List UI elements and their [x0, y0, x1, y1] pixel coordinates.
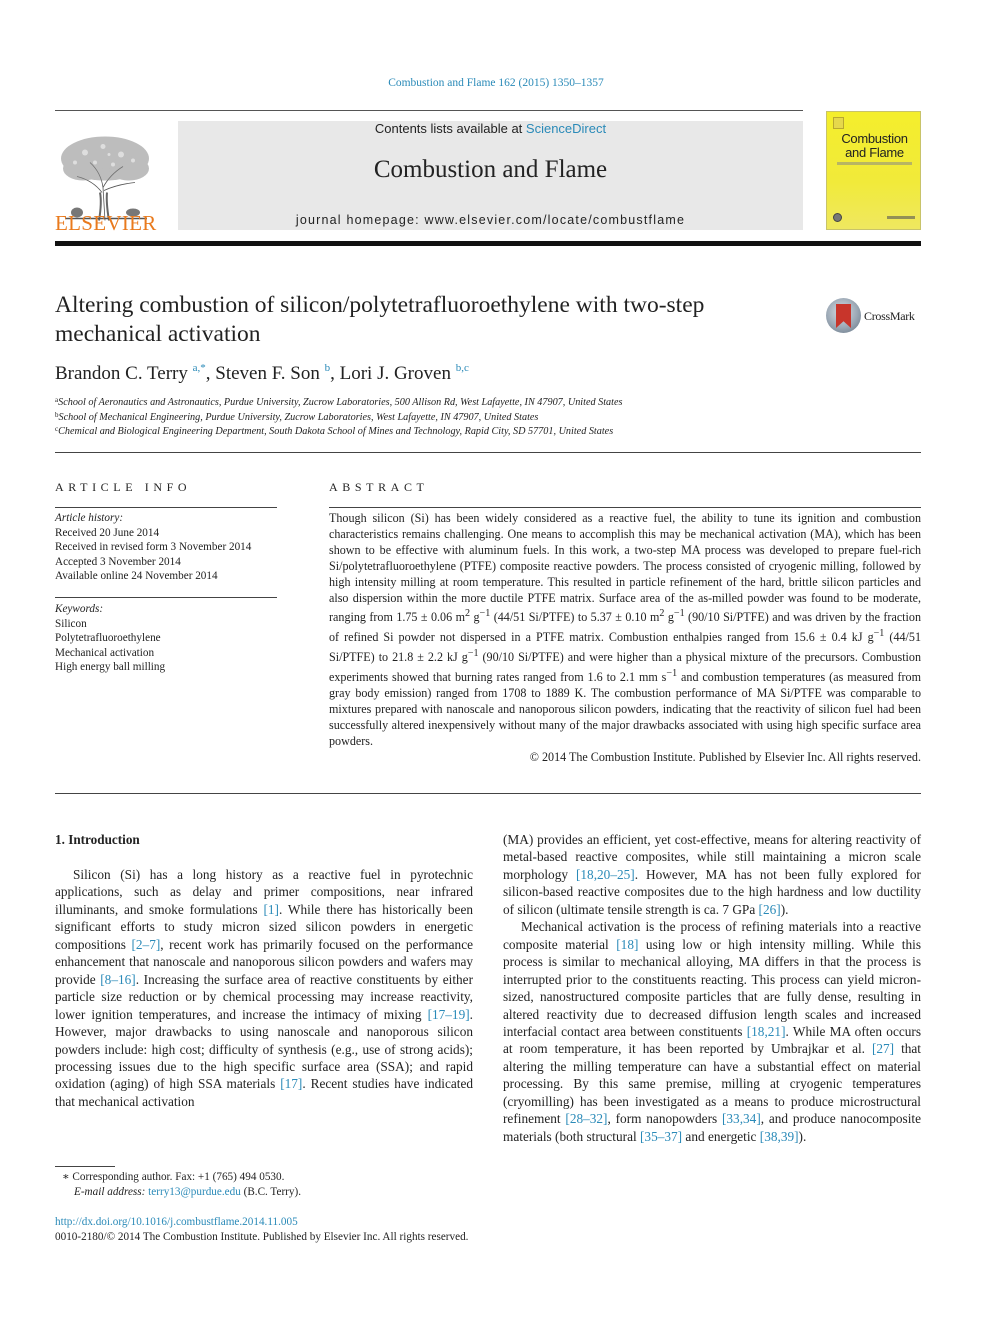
paragraph: Silicon (Si) has a long history as a rea…	[55, 866, 473, 1110]
abstract-text: Though silicon (Si) has been widely cons…	[329, 511, 921, 750]
cover-title-line2: and Flame	[845, 145, 904, 160]
author-name[interactable]: Brandon C. Terry	[55, 363, 188, 384]
email-footnote: E-mail address: terry13@purdue.edu (B.C.…	[74, 1186, 301, 1198]
keyword-item: Polytetrafluoroethylene	[55, 632, 161, 644]
abstract-superscript: −1	[467, 648, 479, 660]
affiliation-b: bSchool of Mechanical Engineering, Purdu…	[55, 411, 538, 423]
keyword-item: Mechanical activation	[55, 646, 155, 659]
top-rule	[55, 110, 803, 111]
affiliation-text: School of Mechanical Engineering, Purdue…	[58, 412, 539, 423]
citation-link[interactable]: [27]	[872, 1041, 894, 1056]
email-label: E-mail address:	[74, 1186, 146, 1198]
elsevier-wordmark: ELSEVIER	[55, 211, 157, 235]
affiliation-text: Chemical and Biological Engineering Depa…	[58, 426, 614, 437]
article-history: Article history: Received 20 June 2014 R…	[55, 511, 251, 584]
history-item: Received 20 June 2014	[55, 526, 160, 539]
cover-title: Combustion and Flame	[827, 132, 922, 160]
author-separator: ,	[205, 363, 216, 384]
author-list: Brandon C. Terry a,*, Steven F. Son b, L…	[55, 362, 469, 385]
history-item: Accepted 3 November 2014	[55, 555, 181, 568]
citation-link[interactable]: [26]	[759, 902, 781, 917]
journal-title: Combustion and Flame	[373, 156, 608, 183]
sciencedirect-link[interactable]: ScienceDirect	[526, 121, 606, 136]
history-item: Received in revised form 3 November 2014	[55, 541, 252, 553]
abstract-fragment: g	[470, 610, 480, 625]
contents-prefix: Contents lists available at	[374, 121, 526, 136]
crossmark-label: CrossMark	[864, 309, 915, 323]
citation-link[interactable]: [35–37]	[640, 1129, 682, 1144]
abstract-superscript: −1	[873, 628, 885, 640]
citation-link[interactable]: [1]	[263, 902, 279, 917]
abstract-bottom-divider	[55, 793, 921, 794]
cover-subtitle-bar	[837, 162, 912, 165]
corresponding-author-footnote: ∗ Corresponding author. Fax: +1 (765) 49…	[62, 1171, 285, 1183]
history-item: Available online 24 November 2014	[55, 570, 218, 582]
cover-footer-bar	[887, 216, 915, 219]
text-run: ).	[798, 1128, 807, 1144]
body-column-right: (MA) provides an efficient, yet cost-eff…	[503, 831, 921, 1145]
article-info-divider	[55, 507, 277, 508]
citation-link[interactable]: [33,34]	[722, 1111, 761, 1126]
citation-link[interactable]: [2–7]	[131, 937, 160, 952]
contents-line: Contents lists available at ScienceDirec…	[178, 121, 803, 136]
citation-link[interactable]: [17]	[280, 1076, 302, 1091]
article-title: Altering combustion of silicon/polytetra…	[55, 292, 705, 347]
keywords-label: Keywords:	[55, 603, 104, 615]
journal-cover-thumbnail[interactable]: Combustion and Flame	[826, 111, 921, 230]
citation-link[interactable]: [38,39]	[760, 1129, 799, 1144]
abstract-fragment: (44/51 Si/PTFE) to 5.37 ± 0.10 m	[490, 610, 660, 625]
body-column-left: Silicon (Si) has a long history as a rea…	[55, 866, 473, 1110]
abstract-heading: ABSTRACT	[329, 480, 429, 494]
abstract-superscript: −1	[479, 608, 491, 620]
citation-link[interactable]: [17–19]	[428, 1007, 470, 1022]
section-heading-introduction: 1. Introduction	[55, 832, 140, 847]
citation-link[interactable]: [8–16]	[100, 972, 135, 987]
cover-title-line1: Combustion	[841, 131, 908, 146]
affiliation-divider	[55, 452, 921, 453]
email-suffix: (B.C. Terry).	[240, 1186, 302, 1198]
crossmark-button[interactable]: CrossMark	[826, 298, 926, 334]
abstract-divider	[329, 507, 921, 508]
text-run: , form nanopowders	[607, 1111, 722, 1127]
author-name[interactable]: Steven F. Son	[215, 363, 320, 384]
keyword-item: Silicon	[55, 617, 87, 630]
cover-elsevier-emblem-icon	[833, 117, 844, 129]
citation-link[interactable]: [18]	[616, 937, 638, 952]
keywords-divider	[55, 597, 277, 598]
text-run: and energetic	[682, 1128, 760, 1144]
abstract-superscript: −1	[673, 608, 685, 620]
abstract-copyright: © 2014 The Combustion Institute. Publish…	[529, 750, 921, 764]
cover-institute-badge-icon	[833, 213, 842, 222]
journal-homepage[interactable]: journal homepage: www.elsevier.com/locat…	[178, 213, 803, 227]
abstract-fragment: g	[664, 610, 674, 625]
email-link[interactable]: terry13@purdue.edu	[148, 1186, 241, 1198]
author-affiliation-marker[interactable]: b,c	[456, 362, 469, 374]
keywords: Keywords: Silicon Polytetrafluoroethylen…	[55, 602, 165, 675]
paragraph: Mechanical activation is the process of …	[503, 918, 921, 1145]
author-name[interactable]: Lori J. Groven	[340, 363, 451, 384]
abstract-fragment: Though silicon (Si) has been widely cons…	[329, 511, 921, 625]
affiliation-text: School of Aeronautics and Astronautics, …	[58, 397, 623, 408]
footnote-rule	[55, 1166, 115, 1167]
running-head-citation[interactable]: Combustion and Flame 162 (2015) 1350–135…	[0, 77, 992, 89]
affiliation-a: aSchool of Aeronautics and Astronautics,…	[55, 396, 622, 408]
doi-link[interactable]: http://dx.doi.org/10.1016/j.combustflame…	[55, 1216, 298, 1228]
paragraph: (MA) provides an efficient, yet cost-eff…	[503, 831, 921, 918]
citation-link[interactable]: [28–32]	[565, 1111, 607, 1126]
author-affiliation-marker[interactable]: a,*	[193, 362, 206, 374]
citation-link[interactable]: [18,21]	[747, 1024, 786, 1039]
text-run: ).	[780, 901, 789, 917]
article-history-label: Article history:	[55, 512, 124, 524]
issn-copyright-line: 0010-2180/© 2014 The Combustion Institut…	[55, 1231, 469, 1243]
keyword-item: High energy ball milling	[55, 661, 166, 673]
citation-link[interactable]: [18,20–25]	[576, 867, 635, 882]
article-info-heading: ARTICLE INFO	[55, 480, 192, 494]
affiliation-c: cChemical and Biological Engineering Dep…	[55, 425, 613, 437]
author-separator: ,	[330, 363, 340, 384]
masthead-thick-rule	[55, 241, 921, 246]
abstract-superscript: −1	[666, 668, 678, 680]
